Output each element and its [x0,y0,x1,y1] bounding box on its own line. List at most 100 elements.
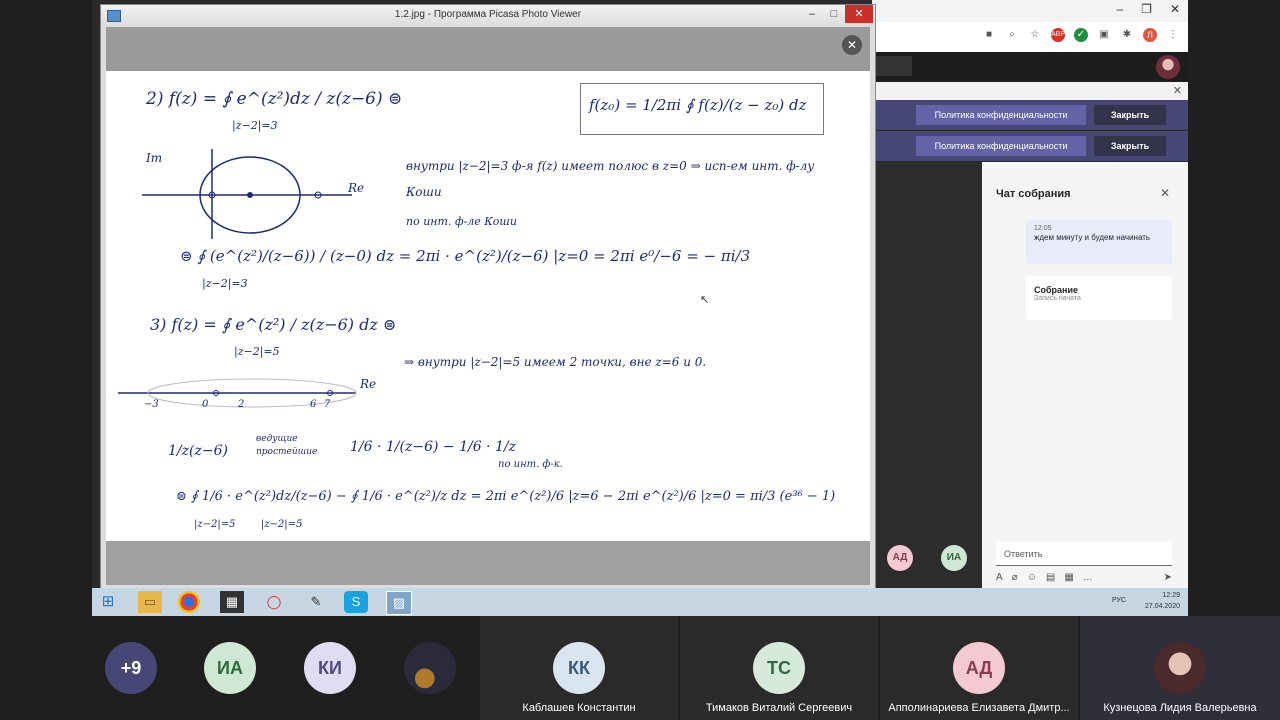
skype-icon[interactable]: S [344,591,368,613]
file-explorer-icon[interactable]: ▭ [138,591,162,613]
windows-start-icon[interactable]: ⊞ [96,591,120,613]
adblock-icon[interactable]: ABP [1051,28,1065,42]
participant-name: Кузнецова Лидия Валерьевна [1103,702,1257,714]
participant-photo[interactable] [404,642,456,694]
tool-icon[interactable]: ✎ [304,591,328,613]
extension-icon[interactable]: ✓ [1074,28,1088,42]
contour-label: |z−2|=3 [232,119,278,132]
close-icon[interactable]: ✕ [845,5,873,23]
axis-re-label: Re [360,377,377,391]
participant-tile[interactable]: ТС Тимаков Виталий Сергеевич [680,616,878,720]
problem-3: 3) f(z) = ∮ e^(z²) / z(z−6) dz ⊜ [150,315,397,334]
mouse-cursor-icon: ↖ [700,294,710,306]
minimize-icon[interactable]: – [1116,2,1123,16]
participant-avatar: ТС [753,642,805,694]
cast-icon[interactable]: ▣ [1097,28,1111,42]
note-two-points: ⇒ внутри |z−2|=5 имеем 2 точки, вне z=6 … [404,355,707,369]
privacy-notice: Политика конфиденциальности Закрыть [872,131,1188,161]
window-title: 1.2.jpg - Программа Picasa Photo Viewer [394,9,582,20]
note-cauchy: по инт. ф-ле Коши [406,215,517,228]
participant-avatar[interactable]: КИ [304,642,356,694]
meeting-event: Собрание Запись начата [1026,276,1172,320]
event-title: Собрание [1034,285,1079,295]
note-inside-contour: внутри |z−2|=3 ф-я f(z) имеет полюс в z=… [406,159,815,199]
contour-label: |z−2|=3 [202,277,248,290]
participant-avatar[interactable]: АД [887,545,913,571]
teams-search-box[interactable] [872,56,912,76]
sticker-icon[interactable]: ▦ [1064,572,1073,583]
compose-toolbar: A ⌀ ☺ ▤ ▦ … ➤ [996,572,1172,583]
privacy-policy-button[interactable]: Политика конфиденциальности [916,136,1086,156]
tick-label: 0 [202,399,209,410]
emoji-icon[interactable]: ☺ [1027,572,1037,583]
format-icon[interactable]: A [996,572,1003,583]
window-titlebar: 1.2.jpg - Программа Picasa Photo Viewer … [101,5,875,27]
browser-window-controls: – ❐ ✕ [1116,0,1180,18]
camera-icon[interactable]: ■ [982,28,996,42]
close-button[interactable]: Закрыть [1094,136,1166,156]
participant-tile[interactable]: АД Апполинариева Елизавета Дмитр... [880,616,1078,720]
chat-message: 12:05 ждем минуту и будем начинать [1026,220,1172,264]
maximize-icon[interactable]: ❐ [1141,2,1152,16]
handwritten-notes: 2) f(z) = ∮ e^(z²)dz / z(z−6) ⊜ |z−2|=3 … [106,71,870,541]
opera-icon[interactable]: ◯ [262,591,286,613]
note-cauchy-2: по инт. ф-к. [498,459,563,470]
meeting-stage: АД ИА [872,162,982,592]
app-icon[interactable]: ▦ [220,591,244,613]
maximize-icon[interactable]: □ [823,5,845,23]
puzzle-icon[interactable]: ✱ [1120,28,1134,42]
close-icon[interactable]: ✕ [1170,2,1180,16]
participant-name: Апполинариева Елизавета Дмитр... [888,702,1070,714]
zoom-icon[interactable]: ⌕ [1005,28,1019,42]
participant-avatar[interactable]: ИА [941,545,967,571]
gif-icon[interactable]: ▤ [1046,572,1055,583]
notice-header: ✕ [872,82,1188,100]
close-button[interactable]: Закрыть [1094,105,1166,125]
participant-avatar: АД [953,642,1005,694]
participant-name: Тимаков Виталий Сергеевич [705,702,853,714]
viewer-top-bar: ✕ [106,27,870,71]
tick-label: 6 [310,399,317,410]
cauchy-formula-box: f(z₀) = 1/2πi ∮ f(z)/(z − z₀) dz [580,83,824,135]
solution-2: ⊜ ∮ (e^(z²)/(z−6)) / (z−0) dz = 2πi · e^… [180,247,751,265]
picasa-taskbar-icon[interactable]: ▨ [386,591,412,615]
more-participants-button[interactable]: +9 [105,642,157,694]
menu-icon[interactable]: ⋮ [1166,28,1180,42]
participant-avatar: КК [553,642,605,694]
teams-header [872,52,1188,82]
participant-photo [1154,642,1206,694]
profile-icon[interactable]: Л [1143,28,1157,42]
system-clock[interactable]: 12:29 27.04.2020 [1145,590,1180,612]
attach-icon[interactable]: ⌀ [1012,572,1018,583]
participant-tile[interactable]: Кузнецова Лидия Валерьевна [1080,616,1280,720]
axis-im-label: Im [146,151,163,165]
participant-avatar[interactable]: ИА [204,642,256,694]
viewer-bottom-bar [106,541,870,585]
close-icon[interactable]: ✕ [1173,84,1182,97]
reply-input[interactable]: Ответить [996,542,1172,566]
browser-toolbar: ■ ⌕ ☆ ABP ✓ ▣ ✱ Л ⋮ [872,22,1188,53]
clock-date: 27.04.2020 [1144,603,1180,610]
solution-3: ⊜ ∮ 1/6 · e^(z²)dz/(z−6) − ∮ 1/6 · e^(z²… [176,489,836,504]
chrome-icon[interactable] [178,591,200,613]
user-avatar[interactable] [1156,55,1180,79]
send-icon[interactable]: ➤ [1164,572,1172,583]
star-icon[interactable]: ☆ [1028,28,1042,42]
contour-label: |z−2|=5 [234,345,280,358]
privacy-policy-button[interactable]: Политика конфиденциальности [916,105,1086,125]
problem-2: 2) f(z) = ∮ e^(z²)dz / z(z−6) ⊜ [146,89,403,109]
participants-strip: +9 ИА КИ КК Каблашев Константин ТС Тимак… [0,616,1280,720]
privacy-notice: Политика конфиденциальности Закрыть [872,100,1188,130]
tick-label: −3 [144,399,159,410]
participant-tile[interactable]: КК Каблашев Константин [480,616,678,720]
close-viewer-icon[interactable]: ✕ [842,35,862,55]
partial-fractions-note: ведущие простейшие [256,434,318,457]
language-indicator[interactable]: РУС [1112,597,1126,604]
axis-re-label: Re [348,181,365,195]
clock-time: 12:29 [1162,592,1180,599]
cauchy-formula: f(z₀) = 1/2πi ∮ f(z)/(z − z₀) dz [589,96,807,114]
fraction-left: 1/z(z−6) [168,443,228,459]
close-icon[interactable]: ✕ [1160,186,1170,200]
minimize-icon[interactable]: – [801,5,823,23]
more-icon[interactable]: … [1083,572,1093,583]
